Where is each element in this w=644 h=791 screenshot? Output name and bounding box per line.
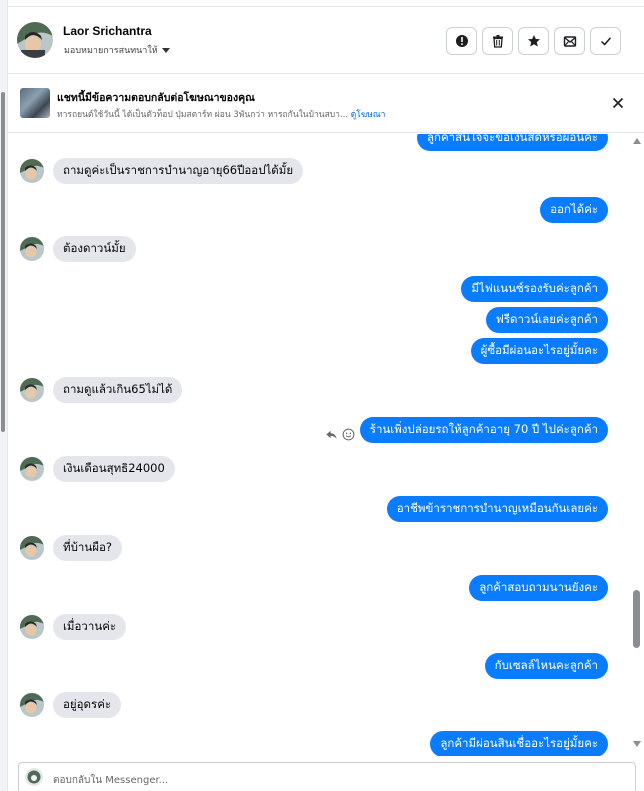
ad-banner-text: ทารถยนต์ใช้วันนี้ ได้เป็นตัวท็อป ปุ่มสตา… [57, 110, 349, 120]
message-bubble-outgoing[interactable]: อาชีพข้าราชการบำนาญเหมือนกันเลยค่ะ [386, 496, 608, 522]
contact-avatar-small[interactable] [20, 158, 44, 183]
conversation-header: Laor Srichantra มอบหมายการสนทนาให้ [8, 7, 644, 74]
left-scroll-rail[interactable] [0, 0, 8, 791]
message-bubble-outgoing[interactable]: ลูกค้าสอบถามนานยังคะ [469, 575, 608, 601]
message-bubble-outgoing[interactable]: ฟรีดาวน์เลยค่ะลูกค้า [485, 307, 608, 333]
message-row-incoming: ต้องดาวน์มั้ย [20, 236, 136, 262]
message-row-incoming: อยู่อุดรค่ะ [20, 692, 122, 718]
message-hover-tools [325, 428, 355, 441]
ad-reply-banner: แชทนี้มีข้อความตอบกลับต่อโฆษณาของคุณ ทาร… [8, 75, 644, 133]
alert-icon [455, 35, 468, 47]
message-bubble-incoming[interactable]: ถามดูแล้วเกิน65ไม่ได้ [53, 377, 183, 403]
report-button[interactable] [446, 27, 477, 55]
composer-placeholder[interactable]: ตอบกลับใน Messenger... [53, 773, 168, 788]
message-bubble-outgoing[interactable]: ลูกค้ามีผ่อนสินเชื่ออะไรอยู่มั้ยคะ [430, 731, 608, 756]
assign-label: มอบหมายการสนทนาให้ [64, 46, 158, 56]
message-bubble-outgoing[interactable]: ผู้ซื้อมีผ่อนอะไรอยู่มั้ยคะ [470, 338, 608, 364]
message-row-incoming: ที่บ้านผือ? [20, 535, 122, 561]
reply-icon[interactable] [325, 428, 338, 441]
check-icon [600, 37, 611, 46]
conversation-panel: Laor Srichantra มอบหมายการสนทนาให้ แชทนี… [8, 0, 644, 791]
message-bubble-outgoing[interactable]: กับเซลล์ไหนคะลูกค้า [484, 653, 608, 679]
contact-avatar-small[interactable] [20, 692, 44, 717]
contact-avatar-small[interactable] [20, 377, 44, 402]
message-row-incoming: เมื่อวานค่ะ [20, 614, 127, 640]
message-row-incoming: เงินเดือนสุทธิ24000 [20, 456, 175, 482]
caret-down-icon [161, 47, 170, 53]
react-emoji-icon[interactable] [342, 428, 355, 441]
message-bubble-incoming[interactable]: ที่บ้านผือ? [53, 535, 122, 561]
contact-avatar-small[interactable] [20, 236, 44, 261]
contact-avatar-small[interactable] [20, 614, 44, 639]
ad-banner-subtitle: ทารถยนต์ใช้วันนี้ ได้เป็นตัวท็อป ปุ่มสตา… [57, 107, 385, 121]
ad-banner-title: แชทนี้มีข้อความตอบกลับต่อโฆษณาของคุณ [57, 92, 255, 104]
mark-unread-icon [563, 36, 576, 47]
done-button[interactable] [590, 27, 621, 55]
left-scroll-thumb[interactable] [1, 92, 5, 432]
message-bubble-incoming[interactable]: ถามดูค่ะเป็นราชการบำนาญอายุ66ปีออปได้มั้… [53, 158, 304, 184]
contact-name[interactable]: Laor Srichantra [63, 24, 152, 38]
contact-avatar-small[interactable] [20, 535, 44, 560]
chat-scroll-thumb[interactable] [633, 590, 640, 648]
assign-conversation-dropdown[interactable]: มอบหมายการสนทนาให้ [64, 43, 170, 57]
delete-button[interactable] [482, 27, 513, 55]
message-bubble-outgoing[interactable]: มีไฟแนนซ์รองรับค่ะลูกค้า [461, 276, 608, 302]
message-bubble-outgoing[interactable]: ลูกค้าสนใจจะขอเงินสดหรือผ่อนคะ [416, 134, 608, 151]
message-bubble-incoming[interactable]: เมื่อวานค่ะ [53, 614, 127, 640]
message-row-incoming: ถามดูแล้วเกิน65ไม่ได้ [20, 377, 183, 403]
mark-unread-button[interactable] [554, 27, 585, 55]
message-bubble-incoming[interactable]: อยู่อุดรค่ะ [53, 692, 122, 718]
contact-avatar[interactable] [17, 22, 53, 58]
message-bubble-outgoing[interactable]: ร้านเพิ่งปล่อยรถให้ลูกค้าอายุ 70 ปี ไปค่… [359, 417, 608, 443]
star-button[interactable] [518, 27, 549, 55]
scroll-up-arrow-icon[interactable] [633, 138, 641, 144]
trash-icon [492, 35, 503, 48]
message-bubble-incoming[interactable]: ต้องดาวน์มั้ย [53, 236, 136, 262]
ad-thumbnail[interactable] [20, 88, 50, 118]
reply-composer[interactable]: ตอบกลับใน Messenger... [18, 762, 636, 791]
header-actions [446, 27, 621, 55]
view-ad-link[interactable]: ดูโฆษณา [351, 110, 386, 120]
star-icon [527, 35, 540, 47]
chat-scrollbar[interactable] [630, 134, 644, 756]
message-bubble-incoming[interactable]: เงินเดือนสุทธิ24000 [53, 456, 175, 482]
message-list: ลูกค้าสนใจจะขอเงินสดหรือผ่อนคะ ถามดูค่ะเ… [8, 134, 644, 756]
message-bubble-outgoing[interactable]: ออกได้ค่ะ [540, 197, 608, 223]
messenger-account-icon [25, 768, 43, 786]
message-row-incoming: ถามดูค่ะเป็นราชการบำนาญอายุ66ปีออปได้มั้… [20, 158, 304, 184]
contact-avatar-small[interactable] [20, 456, 44, 481]
close-icon[interactable] [610, 95, 626, 111]
scroll-down-arrow-icon[interactable] [633, 741, 641, 747]
